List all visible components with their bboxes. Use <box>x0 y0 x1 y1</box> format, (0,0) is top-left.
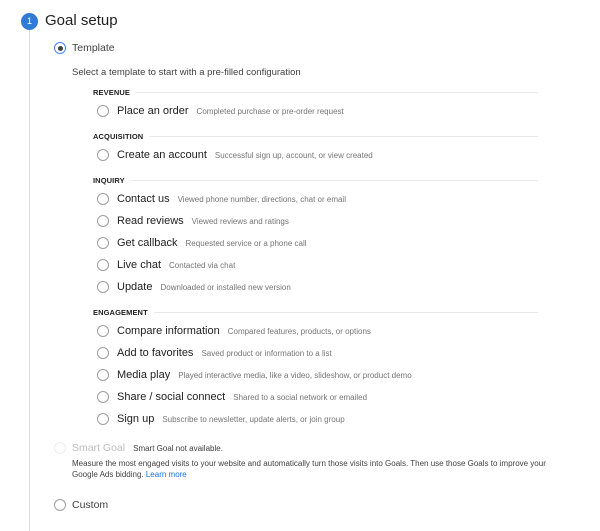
item-label: Media play <box>117 369 171 381</box>
item-description: Shared to a social network or emailed <box>233 392 368 402</box>
radio-button[interactable] <box>97 193 109 205</box>
section-heading: ACQUISITION <box>93 132 144 141</box>
template-item-compare-information[interactable]: Compare information Compared features, p… <box>97 325 371 337</box>
item-description: Downloaded or installed new version <box>160 282 291 292</box>
section-heading: ENGAGEMENT <box>93 308 148 317</box>
item-label: Sign up <box>117 413 155 425</box>
smart-goal-radio <box>54 442 66 454</box>
template-item-get-callback[interactable]: Get callback Requested service or a phon… <box>97 237 307 249</box>
section-acquisition: ACQUISITION <box>93 132 538 141</box>
item-label: Create an account <box>117 149 207 161</box>
custom-radio[interactable] <box>54 499 66 511</box>
section-heading: INQUIRY <box>93 176 125 185</box>
template-item-contact-us[interactable]: Contact us Viewed phone number, directio… <box>97 193 346 205</box>
template-intro-text: Select a template to start with a pre-fi… <box>72 67 301 78</box>
section-heading: REVENUE <box>93 88 130 97</box>
radio-button[interactable] <box>97 281 109 293</box>
radio-button[interactable] <box>97 325 109 337</box>
item-description: Contacted via chat <box>169 260 236 270</box>
radio-button[interactable] <box>97 105 109 117</box>
radio-button[interactable] <box>97 369 109 381</box>
item-description: Viewed phone number, directions, chat or… <box>177 194 346 204</box>
template-item-sign-up[interactable]: Sign up Subscribe to newsletter, update … <box>97 413 345 425</box>
smart-goal-radio-option: Smart Goal Smart Goal not available. <box>54 442 223 454</box>
item-label: Compare information <box>117 325 220 337</box>
item-description: Requested service or a phone call <box>185 238 307 248</box>
template-radio[interactable] <box>54 42 66 54</box>
section-revenue: REVENUE <box>93 88 538 97</box>
template-item-share-social-connect[interactable]: Share / social connect Shared to a socia… <box>97 391 367 403</box>
step-number-badge: 1 <box>21 13 38 30</box>
smart-goal-description-text: Measure the most engaged visits to your … <box>72 459 546 479</box>
radio-button[interactable] <box>97 215 109 227</box>
custom-label: Custom <box>72 499 109 511</box>
radio-button[interactable] <box>97 347 109 359</box>
radio-button[interactable] <box>97 391 109 403</box>
step-connector-line <box>29 30 30 531</box>
radio-button[interactable] <box>97 259 109 271</box>
template-item-add-to-favorites[interactable]: Add to favorites Saved product or inform… <box>97 347 332 359</box>
section-divider <box>149 136 538 137</box>
item-description: Compared features, products, or options <box>227 326 371 336</box>
section-engagement: ENGAGEMENT <box>93 308 538 317</box>
smart-goal-description: Measure the most engaged visits to your … <box>72 458 572 480</box>
item-label: Read reviews <box>117 215 184 227</box>
section-inquiry: INQUIRY <box>93 176 538 185</box>
item-description: Completed purchase or pre-order request <box>196 106 344 116</box>
template-item-media-play[interactable]: Media play Played interactive media, lik… <box>97 369 412 381</box>
smart-goal-label: Smart Goal <box>72 442 126 454</box>
item-description: Viewed reviews and ratings <box>191 216 289 226</box>
item-label: Place an order <box>117 105 189 117</box>
item-label: Contact us <box>117 193 170 205</box>
item-description: Subscribe to newsletter, update alerts, … <box>162 414 345 424</box>
step-title: Goal setup <box>45 12 118 29</box>
radio-button[interactable] <box>97 237 109 249</box>
item-label: Update <box>117 281 153 293</box>
template-radio-option[interactable]: Template <box>54 42 115 54</box>
item-label: Get callback <box>117 237 178 249</box>
custom-radio-option[interactable]: Custom <box>54 499 108 511</box>
template-item-read-reviews[interactable]: Read reviews Viewed reviews and ratings <box>97 215 289 227</box>
radio-button[interactable] <box>97 149 109 161</box>
template-item-place-an-order[interactable]: Place an order Completed purchase or pre… <box>97 105 344 117</box>
radio-button[interactable] <box>97 413 109 425</box>
section-divider <box>153 312 538 313</box>
item-label: Add to favorites <box>117 347 194 359</box>
section-divider <box>135 92 538 93</box>
item-description: Played interactive media, like a video, … <box>178 370 412 380</box>
template-item-update[interactable]: Update Downloaded or installed new versi… <box>97 281 291 293</box>
learn-more-link[interactable]: Learn more <box>146 470 187 479</box>
template-item-live-chat[interactable]: Live chat Contacted via chat <box>97 259 235 271</box>
item-description: Saved product or information to a list <box>201 348 332 358</box>
template-label: Template <box>72 42 115 54</box>
item-label: Share / social connect <box>117 391 226 403</box>
section-divider <box>130 180 538 181</box>
smart-goal-note: Smart Goal not available. <box>133 443 223 453</box>
item-description: Successful sign up, account, or view cre… <box>214 150 373 160</box>
item-label: Live chat <box>117 259 162 271</box>
template-item-create-an-account[interactable]: Create an account Successful sign up, ac… <box>97 149 373 161</box>
